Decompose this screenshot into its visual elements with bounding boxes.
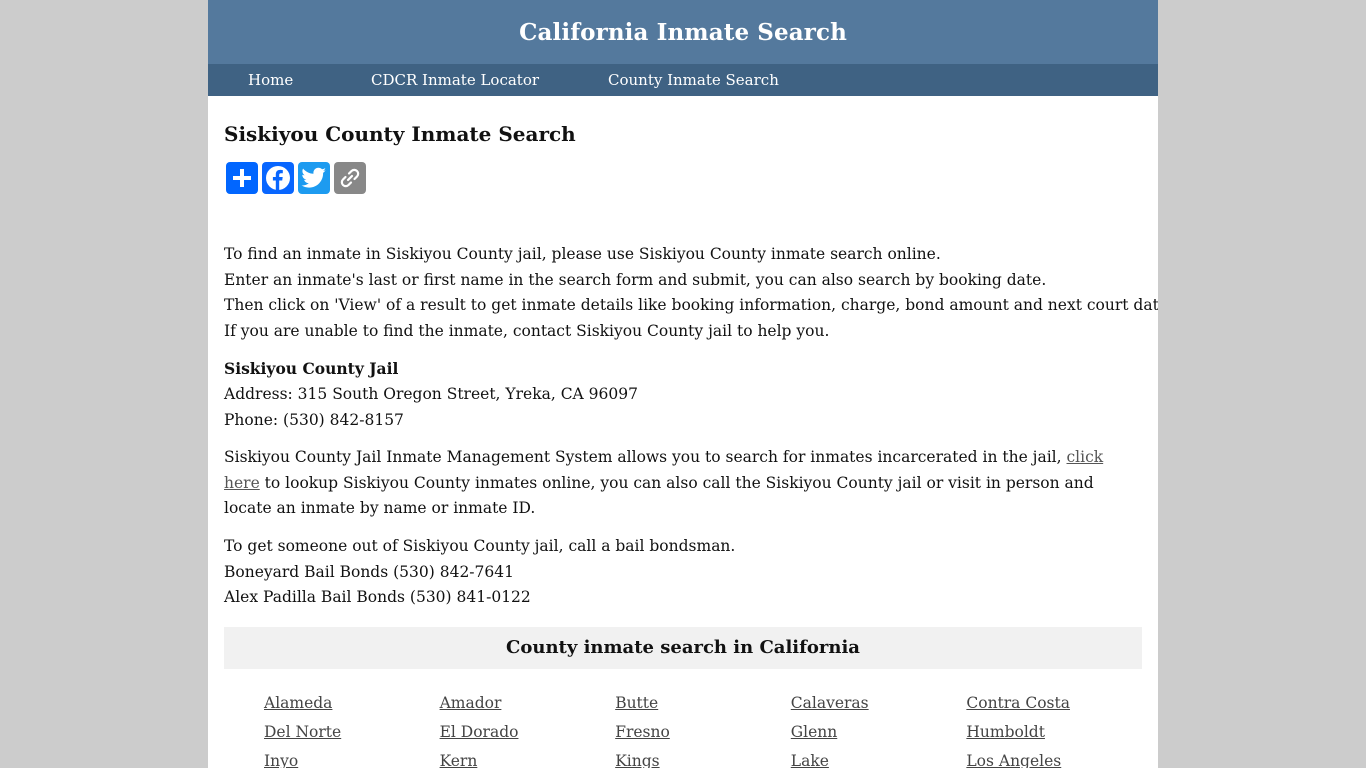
site-title[interactable]: California Inmate Search: [519, 19, 847, 46]
county-link[interactable]: El Dorado: [440, 718, 616, 747]
county-search-header: County inmate search in California: [224, 626, 1142, 669]
twitter-icon: [301, 167, 326, 188]
ims-text-before: Siskiyou County Jail Inmate Management S…: [224, 448, 1067, 467]
jail-info: Siskiyou County Jail Address: 315 South …: [224, 356, 1142, 433]
nav-home-link[interactable]: Home: [248, 64, 293, 96]
county-link[interactable]: Inyo: [264, 747, 440, 768]
county-link[interactable]: Calaveras: [791, 689, 967, 718]
bail-info: To get someone out of Siskiyou County ja…: [224, 534, 1142, 611]
share-plus-icon: [233, 169, 251, 187]
bail-bondsman: Alex Padilla Bail Bonds (530) 841-0122: [224, 588, 531, 607]
jail-address: Address: 315 South Oregon Street, Yreka,…: [224, 384, 638, 403]
county-link[interactable]: Kings: [615, 747, 791, 768]
county-link[interactable]: Los Angeles: [966, 747, 1142, 768]
county-link[interactable]: Amador: [440, 689, 616, 718]
county-link[interactable]: Lake: [791, 747, 967, 768]
county-link[interactable]: Butte: [615, 689, 791, 718]
twitter-share-button[interactable]: [298, 162, 330, 194]
county-link[interactable]: Del Norte: [264, 718, 440, 747]
county-link[interactable]: Contra Costa: [966, 689, 1142, 718]
inmate-management-paragraph: Siskiyou County Jail Inmate Management S…: [224, 445, 1142, 522]
county-link[interactable]: Kern: [440, 747, 616, 768]
site-header: California Inmate Search: [208, 0, 1158, 64]
page-container: California Inmate Search Home CDCR Inmat…: [208, 0, 1158, 768]
intro-line: If you are unable to find the inmate, co…: [224, 321, 830, 340]
share-bar: [226, 162, 1142, 194]
copy-link-button[interactable]: [334, 162, 366, 194]
county-search-heading: County inmate search in California: [506, 637, 860, 659]
copy-link-icon: [340, 168, 360, 188]
intro-line: Enter an inmate's last or first name in …: [224, 270, 1047, 289]
jail-name: Siskiyou County Jail: [224, 359, 399, 379]
nav-county-inmate-search-link[interactable]: County Inmate Search: [608, 64, 779, 96]
intro-line: Then click on 'View' of a result to get …: [224, 296, 1158, 315]
county-link[interactable]: Glenn: [791, 718, 967, 747]
bail-intro: To get someone out of Siskiyou County ja…: [224, 536, 736, 555]
main-content: Siskiyou County Inmate Search To find an…: [208, 96, 1158, 768]
facebook-icon: [266, 166, 290, 190]
ims-text-after: to lookup Siskiyou County inmates online…: [224, 473, 1094, 518]
main-nav: Home CDCR Inmate Locator County Inmate S…: [208, 64, 1158, 96]
jail-phone: Phone: (530) 842-8157: [224, 410, 404, 429]
intro-line: To find an inmate in Siskiyou County jai…: [224, 245, 941, 263]
county-link[interactable]: Fresno: [615, 718, 791, 747]
county-link[interactable]: Humboldt: [966, 718, 1142, 747]
nav-cdcr-inmate-locator-link[interactable]: CDCR Inmate Locator: [371, 64, 539, 96]
intro-text: To find an inmate in Siskiyou County jai…: [224, 242, 1158, 344]
facebook-share-button[interactable]: [262, 162, 294, 194]
county-link[interactable]: Alameda: [264, 689, 440, 718]
county-links-grid: Alameda Amador Butte Calaveras Contra Co…: [264, 689, 1142, 768]
bail-bondsman: Boneyard Bail Bonds (530) 842-7641: [224, 562, 514, 581]
page-title: Siskiyou County Inmate Search: [224, 122, 576, 146]
share-button[interactable]: [226, 162, 258, 194]
